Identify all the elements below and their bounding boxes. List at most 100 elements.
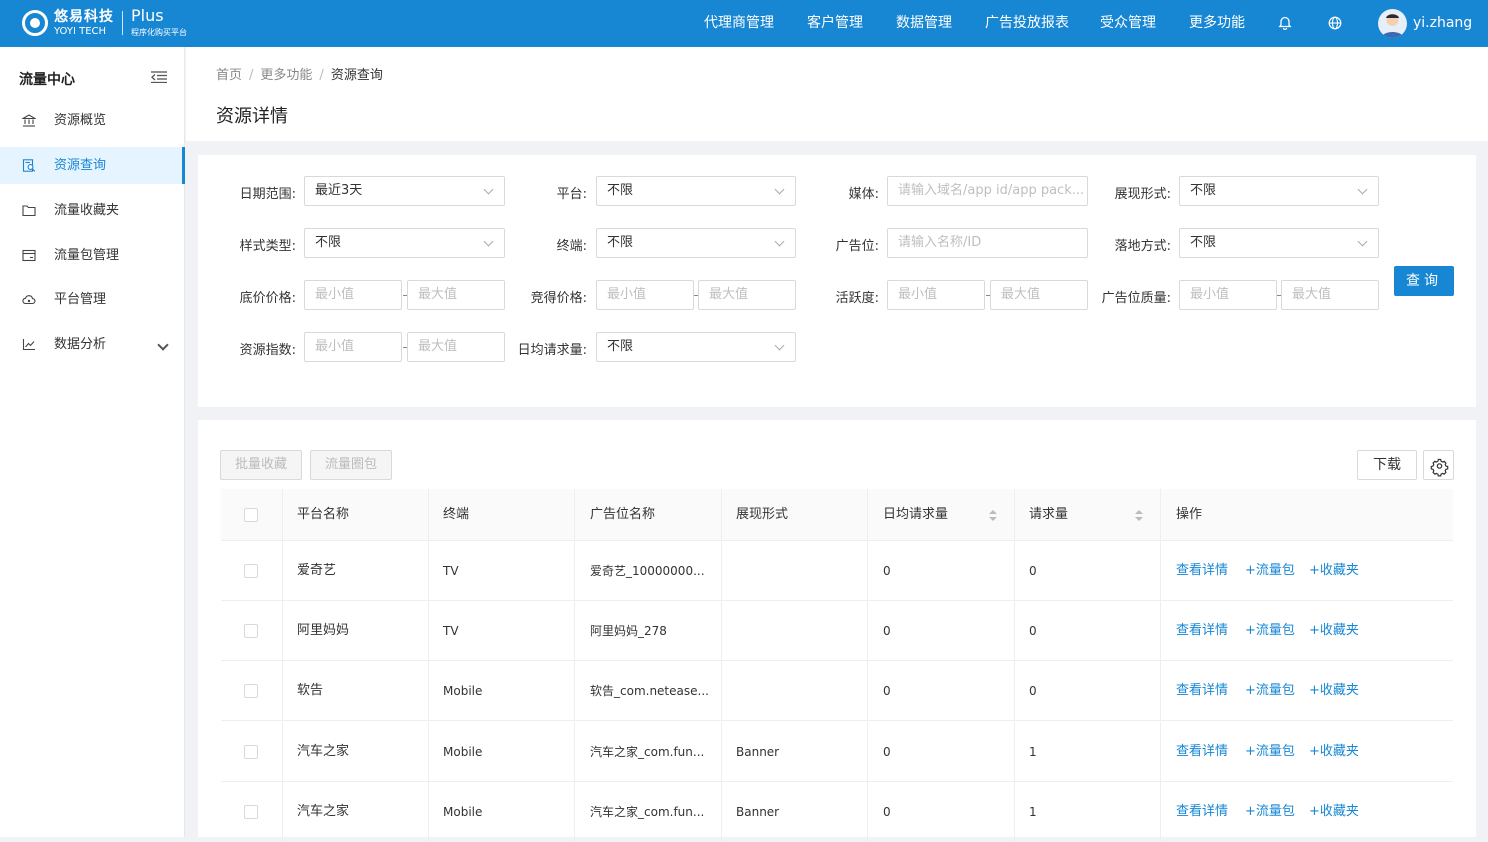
row-checkbox[interactable] <box>244 684 258 698</box>
ad-slot-input[interactable]: 请输入名称/ID <box>887 228 1088 258</box>
floor-price-max-input[interactable]: 最大值 <box>407 280 505 310</box>
view-detail-link[interactable]: 查看详情 <box>1176 661 1228 721</box>
win-price-min-input[interactable]: 最小值 <box>596 280 694 310</box>
nav-data-management[interactable]: 数据管理 <box>896 0 952 47</box>
platform-select[interactable]: 不限 <box>596 176 796 206</box>
add-pack-link[interactable]: +流量包 <box>1245 601 1295 661</box>
bell-icon[interactable] <box>1278 16 1292 30</box>
row-checkbox[interactable] <box>244 805 258 819</box>
landing-select[interactable]: 不限 <box>1179 228 1379 258</box>
row-checkbox[interactable] <box>244 745 258 759</box>
bank-icon <box>22 114 36 127</box>
sidebar-item-platform-management[interactable]: 平台管理 <box>0 281 185 318</box>
sort-icon[interactable] <box>1135 510 1143 522</box>
traffic-pack-button[interactable]: 流量圈包 <box>310 450 392 480</box>
query-button[interactable]: 查询 <box>1394 266 1454 296</box>
sidebar-item-traffic-pack-management[interactable]: 流量包管理 <box>0 237 185 274</box>
add-pack-link[interactable]: +流量包 <box>1245 722 1295 782</box>
batch-favorite-button[interactable]: 批量收藏 <box>220 450 302 480</box>
settings-button[interactable] <box>1423 450 1454 480</box>
activity-min-input[interactable]: 最小值 <box>887 280 985 310</box>
date-range-select[interactable]: 最近3天 <box>304 176 505 206</box>
brand-logo[interactable]: 悠易科技 YOYI TECH Plus 程序化购买平台 <box>22 8 187 38</box>
cell-requests: 1 <box>1029 745 1037 759</box>
resource-index-min-input[interactable]: 最小值 <box>304 332 402 362</box>
daily-requests-select[interactable]: 不限 <box>596 332 796 362</box>
nav-more-features[interactable]: 更多功能 <box>1189 0 1245 47</box>
cell-ad-slot: 汽车之家_com.fun... <box>590 805 705 819</box>
breadcrumb-more-features[interactable]: 更多功能 <box>260 68 312 83</box>
add-pack-link[interactable]: +流量包 <box>1245 782 1295 842</box>
globe-icon[interactable] <box>1328 16 1342 30</box>
chevron-down-icon <box>1357 184 1368 195</box>
slot-quality-max-input[interactable]: 最大值 <box>1281 280 1379 310</box>
sidebar-item-resource-overview[interactable]: 资源概览 <box>0 102 185 139</box>
add-favorite-link[interactable]: +收藏夹 <box>1309 661 1359 721</box>
resource-index-max-input[interactable]: 最大值 <box>407 332 505 362</box>
view-detail-link[interactable]: 查看详情 <box>1176 722 1228 782</box>
slot-quality-min-input[interactable]: 最小值 <box>1179 280 1277 310</box>
sidebar-item-data-analysis[interactable]: 数据分析 <box>0 326 185 363</box>
add-pack-link[interactable]: +流量包 <box>1245 661 1295 721</box>
platform-label: 平台: <box>556 187 587 202</box>
cell-terminal: Mobile <box>443 684 483 698</box>
add-favorite-link[interactable]: +收藏夹 <box>1309 541 1359 601</box>
select-all-checkbox[interactable] <box>244 508 258 522</box>
th-daily-requests[interactable]: 日均请求量 <box>883 489 948 541</box>
table-row: 汽车之家 Mobile 汽车之家_com.fun... Banner 0 1 查… <box>221 782 1453 842</box>
cell-terminal: TV <box>443 564 459 578</box>
cell-platform: 汽车之家 <box>297 804 350 819</box>
cell-ad-slot: 爱奇艺_10000000... <box>590 564 705 578</box>
view-detail-link[interactable]: 查看详情 <box>1176 541 1228 601</box>
table-row: 汽车之家 Mobile 汽车之家_com.fun... Banner 0 1 查… <box>221 722 1453 782</box>
breadcrumb-home[interactable]: 首页 <box>216 68 242 83</box>
view-detail-link[interactable]: 查看详情 <box>1176 782 1228 842</box>
sidebar-title: 流量中心 <box>19 72 75 88</box>
username[interactable]: yi.zhang <box>1413 0 1472 47</box>
cloud-icon <box>22 295 36 305</box>
view-detail-link[interactable]: 查看详情 <box>1176 601 1228 661</box>
cell-requests: 0 <box>1029 564 1037 578</box>
sort-icon[interactable] <box>989 510 997 522</box>
style-type-select[interactable]: 不限 <box>304 228 505 258</box>
logo-divider <box>122 11 123 35</box>
activity-max-input[interactable]: 最大值 <box>990 280 1088 310</box>
chevron-down-icon <box>483 236 494 247</box>
row-checkbox[interactable] <box>244 564 258 578</box>
display-form-select[interactable]: 不限 <box>1179 176 1379 206</box>
row-checkbox[interactable] <box>244 624 258 638</box>
win-price-max-input[interactable]: 最大值 <box>698 280 796 310</box>
add-favorite-link[interactable]: +收藏夹 <box>1309 601 1359 661</box>
nav-agent-management[interactable]: 代理商管理 <box>704 0 774 47</box>
cell-platform: 阿里妈妈 <box>297 623 350 638</box>
menu-fold-icon[interactable] <box>151 71 167 83</box>
cell-display-form: Banner <box>736 745 780 759</box>
brand-tagline: 程序化购买平台 <box>131 28 187 37</box>
th-display-form: 展现形式 <box>736 507 789 522</box>
activity-label: 活跃度: <box>835 291 879 306</box>
cell-daily-requests: 0 <box>883 564 891 578</box>
media-input[interactable]: 请输入域名/app id/app pack... <box>887 176 1088 206</box>
sidebar-item-label: 流量收藏夹 <box>54 203 120 218</box>
download-button[interactable]: 下载 <box>1357 450 1417 480</box>
nav-audience-management[interactable]: 受众管理 <box>1100 0 1156 47</box>
page-header: 首页 / 更多功能 / 资源查询 资源详情 <box>186 47 1488 141</box>
add-favorite-link[interactable]: +收藏夹 <box>1309 722 1359 782</box>
add-favorite-link[interactable]: +收藏夹 <box>1309 782 1359 842</box>
sidebar-item-resource-query[interactable]: 资源查询 <box>0 147 185 184</box>
sidebar-item-label: 流量包管理 <box>54 248 120 263</box>
th-ad-slot: 广告位名称 <box>590 507 656 522</box>
floor-price-min-input[interactable]: 最小值 <box>304 280 402 310</box>
display-form-label: 展现形式: <box>1114 187 1171 202</box>
terminal-select[interactable]: 不限 <box>596 228 796 258</box>
nav-ad-report[interactable]: 广告投放报表 <box>985 0 1069 47</box>
cell-ad-slot: 汽车之家_com.fun... <box>590 745 705 759</box>
cell-ad-slot: 软告_com.netease... <box>590 684 709 698</box>
cell-display-form: Banner <box>736 805 780 819</box>
add-pack-link[interactable]: +流量包 <box>1245 541 1295 601</box>
sidebar-item-traffic-favorites[interactable]: 流量收藏夹 <box>0 192 185 229</box>
nav-customer-management[interactable]: 客户管理 <box>807 0 863 47</box>
th-requests[interactable]: 请求量 <box>1029 489 1068 541</box>
avatar[interactable] <box>1378 9 1407 38</box>
chevron-down-icon <box>483 184 494 195</box>
